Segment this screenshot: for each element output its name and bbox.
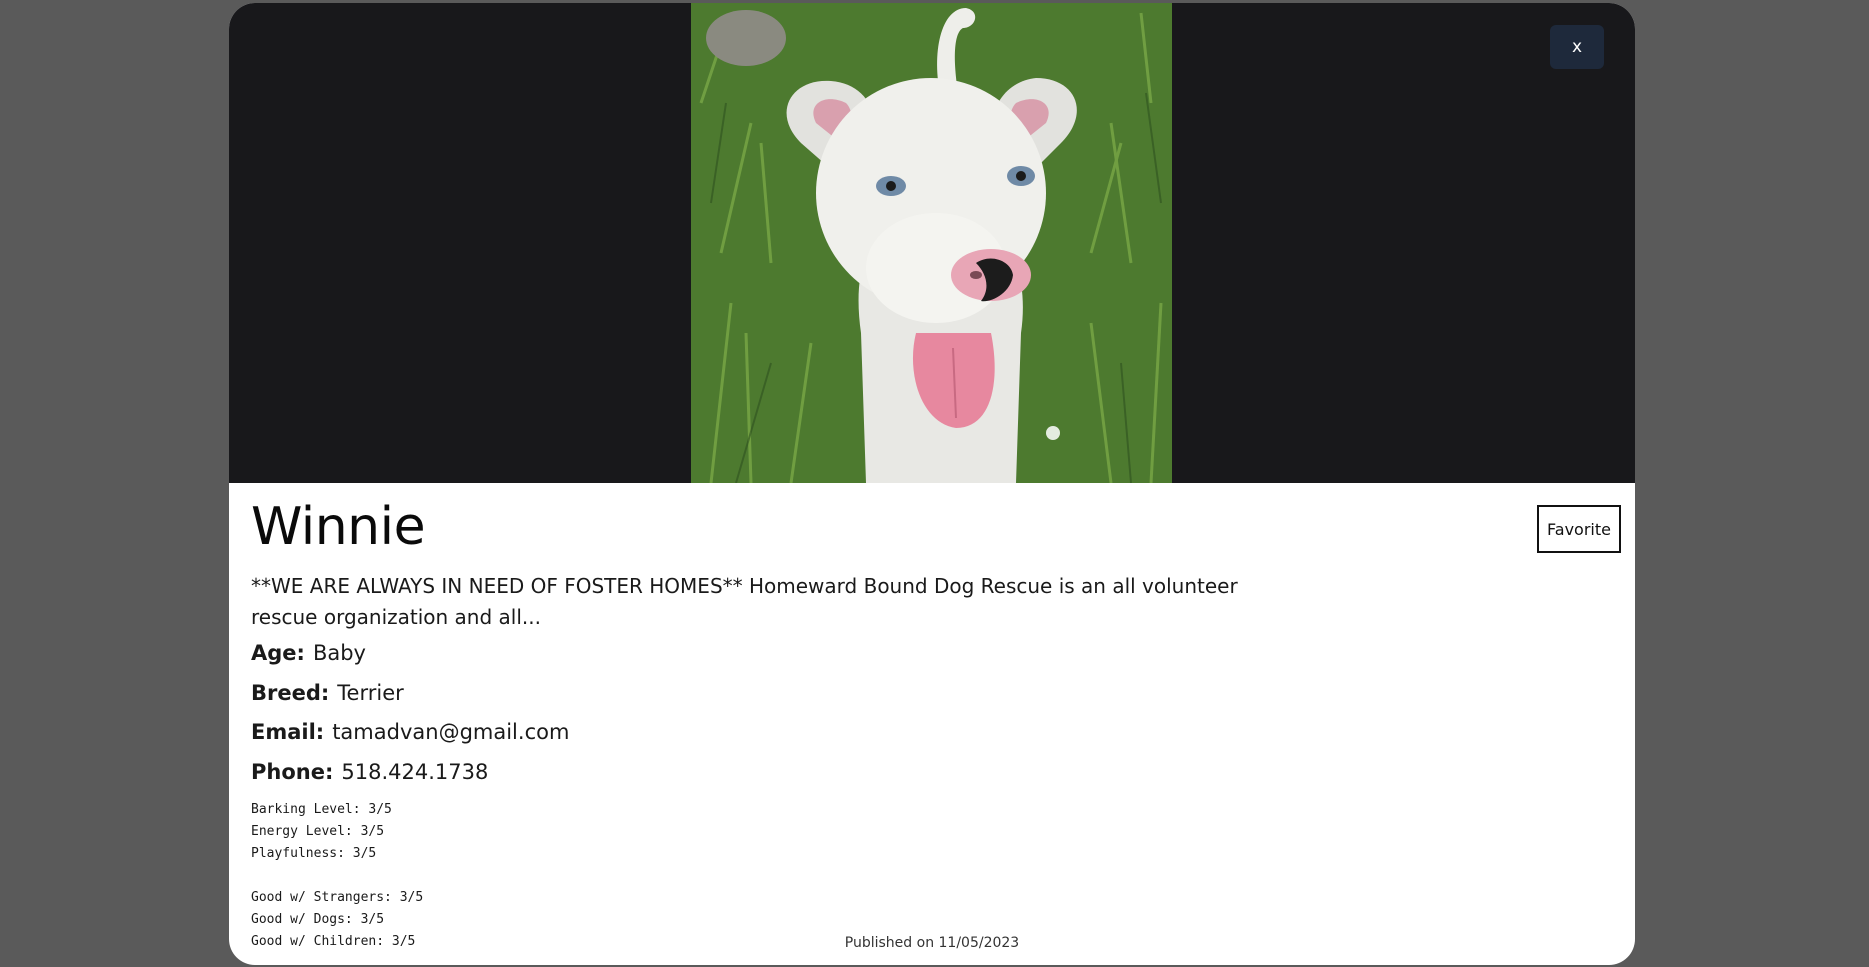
trait-energy: Energy Level: 3/5 bbox=[251, 824, 385, 839]
breed-label: Breed: bbox=[251, 681, 330, 705]
trait-barking: Barking Level: 3/5 bbox=[251, 802, 392, 817]
age-row: Age: Baby bbox=[251, 641, 366, 665]
breed-value: Terrier bbox=[337, 681, 404, 705]
phone-label: Phone: bbox=[251, 760, 334, 784]
trait-spacer bbox=[251, 865, 423, 887]
pet-detail-modal: x Winnie Favorite **WE ARE ALWAYS IN NEE… bbox=[229, 3, 1635, 965]
email-label: Email: bbox=[251, 720, 325, 744]
age-value: Baby bbox=[312, 641, 366, 665]
image-area: x bbox=[229, 3, 1635, 483]
trait-strangers: Good w/ Strangers: 3/5 bbox=[251, 890, 424, 905]
phone-row: Phone: 518.424.1738 bbox=[251, 760, 488, 784]
pet-description: **WE ARE ALWAYS IN NEED OF FOSTER HOMES*… bbox=[251, 574, 1238, 629]
trait-playfulness: Playfulness: 3/5 bbox=[251, 846, 377, 861]
pet-photo bbox=[691, 3, 1172, 483]
breed-row: Breed: Terrier bbox=[251, 681, 404, 705]
pet-details: Winnie Favorite **WE ARE ALWAYS IN NEED … bbox=[251, 483, 1621, 965]
email-row: Email: tamadvan@gmail.com bbox=[251, 720, 569, 744]
favorite-button[interactable]: Favorite bbox=[1537, 505, 1621, 553]
trait-dogs: Good w/ Dogs: 3/5 bbox=[251, 912, 385, 927]
trait-list: Barking Level: 3/5 Energy Level: 3/5 Pla… bbox=[251, 799, 423, 953]
phone-value: 518.424.1738 bbox=[341, 760, 489, 784]
age-label: Age: bbox=[251, 641, 305, 665]
pet-name: Winnie bbox=[251, 497, 426, 557]
email-value: tamadvan@gmail.com bbox=[332, 720, 570, 744]
published-date: Published on 11/05/2023 bbox=[844, 935, 1020, 951]
close-button[interactable]: x bbox=[1550, 25, 1604, 69]
